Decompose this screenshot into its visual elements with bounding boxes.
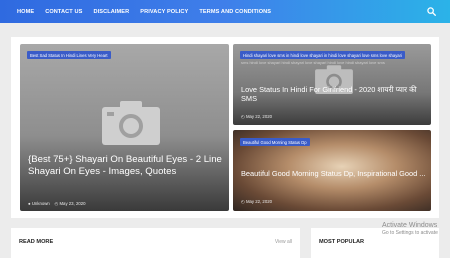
watermark-line2: Go to Settings to activate [382,230,438,236]
nav-home[interactable]: HOME [17,9,34,15]
author-icon: ● [28,201,31,206]
post-date: May 22, 2020 [245,114,272,119]
watermark-line1: Activate Windows [382,222,438,229]
featured-post-large[interactable]: Best Sad Status In Hindi Lines Very Hear… [20,44,229,211]
clock-icon: ◴ [241,114,245,119]
top-navbar: HOME CONTACT US DISCLAIMER PRIVACY POLIC… [0,0,450,23]
post-meta: ◴ May 22, 2020 [241,114,272,120]
post-meta: ● Unknown ◴ May 23, 2020 [28,201,86,207]
category-badge[interactable]: Hindi shayari love sms in hindi love sha… [240,51,405,59]
featured-post-bottom-right[interactable]: Beautiful Good Morning Status Dp Beautif… [233,130,431,211]
read-more-widget: READ MORE View all [11,228,300,258]
post-title[interactable]: Beautiful Good Morning Status Dp, Inspir… [241,169,429,178]
image-overlay-text: sms hindi love shayari hindi shayari lov… [241,60,385,65]
category-badge[interactable]: Beautiful Good Morning Status Dp [240,138,310,146]
featured-section: Best Sad Status In Hindi Lines Very Hear… [11,37,439,218]
post-meta: ◴ May 22, 2020 [241,199,272,205]
windows-activation-watermark: Activate Windows Go to Settings to activ… [382,222,438,236]
search-icon[interactable] [427,7,436,16]
nav-contact-us[interactable]: CONTACT US [45,9,82,15]
image-placeholder-icon [102,101,160,145]
read-more-heading: READ MORE [19,239,54,245]
category-badge[interactable]: Best Sad Status In Hindi Lines Very Hear… [27,51,111,59]
post-date: May 23, 2020 [59,201,86,206]
post-title[interactable]: {Best 75+} Shayari On Beautiful Eyes - 2… [28,154,223,178]
nav-privacy-policy[interactable]: PRIVACY POLICY [140,9,188,15]
clock-icon: ◴ [54,201,59,206]
post-author: Unknown [31,201,50,206]
most-popular-heading: MOST POPULAR [319,239,365,245]
featured-post-top-right[interactable]: Hindi shayari love sms in hindi love sha… [233,44,431,125]
post-title[interactable]: Love Status In Hindi For Girlfriend - 20… [241,85,429,104]
clock-icon: ◴ [241,199,245,204]
nav-terms-and-conditions[interactable]: TERMS AND CONDITIONS [199,9,271,15]
nav-disclaimer[interactable]: DISCLAIMER [93,9,129,15]
view-all-link[interactable]: View all [275,239,292,245]
post-date: May 22, 2020 [245,199,272,204]
